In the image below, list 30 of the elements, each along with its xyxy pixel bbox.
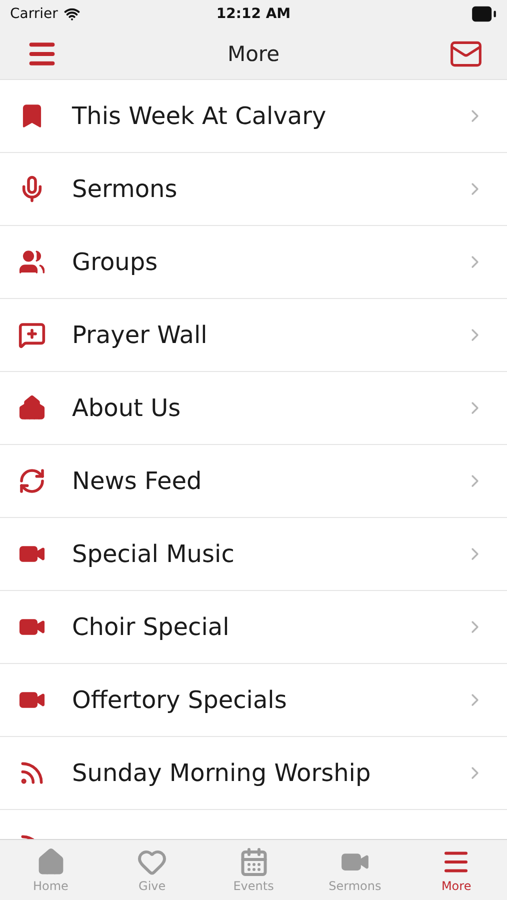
menu-label: Groups	[72, 248, 159, 276]
chapel-icon	[18, 394, 46, 422]
menu-label: Sunday Morning Worship	[72, 759, 372, 787]
menu-row[interactable]: This Week At Calvary	[0, 80, 507, 153]
calendar-icon	[238, 847, 269, 877]
menu-label: About Us	[72, 394, 182, 422]
tab[interactable]: More	[406, 840, 507, 900]
speech-bubble-icon	[18, 321, 46, 349]
menu-label: Prayer Wall	[72, 321, 208, 349]
menu-row[interactable]: Sunday Morning Worship	[0, 737, 507, 810]
menu-row[interactable]: Special Music	[0, 518, 507, 591]
menu-label: Sermons	[72, 175, 178, 203]
people-icon	[18, 248, 46, 276]
menu-row[interactable]: News Feed	[0, 445, 507, 518]
menu-row[interactable]: Choir Special	[0, 591, 507, 664]
clock-time: 12:12 AM	[216, 6, 291, 22]
menu-label: This Week At Calvary	[72, 102, 328, 130]
nav-title: More	[227, 42, 280, 66]
refresh-icon	[18, 467, 46, 495]
carrier-name: Carrier	[10, 6, 58, 22]
menu-row[interactable]: Offertory Specials	[0, 664, 507, 737]
wifi-icon	[64, 6, 80, 22]
menu-label: News Feed	[72, 467, 203, 495]
menu-row[interactable]: Prayer Wall	[0, 299, 507, 372]
menu-label: Choir Special	[72, 613, 230, 641]
menu-row[interactable]: Sermons	[0, 153, 507, 226]
menu-row[interactable]: Groups	[0, 226, 507, 299]
menu-label: Offertory Specials	[72, 686, 288, 714]
menu-label: Special Music	[72, 540, 236, 568]
menu-row[interactable]: About Us	[0, 372, 507, 445]
